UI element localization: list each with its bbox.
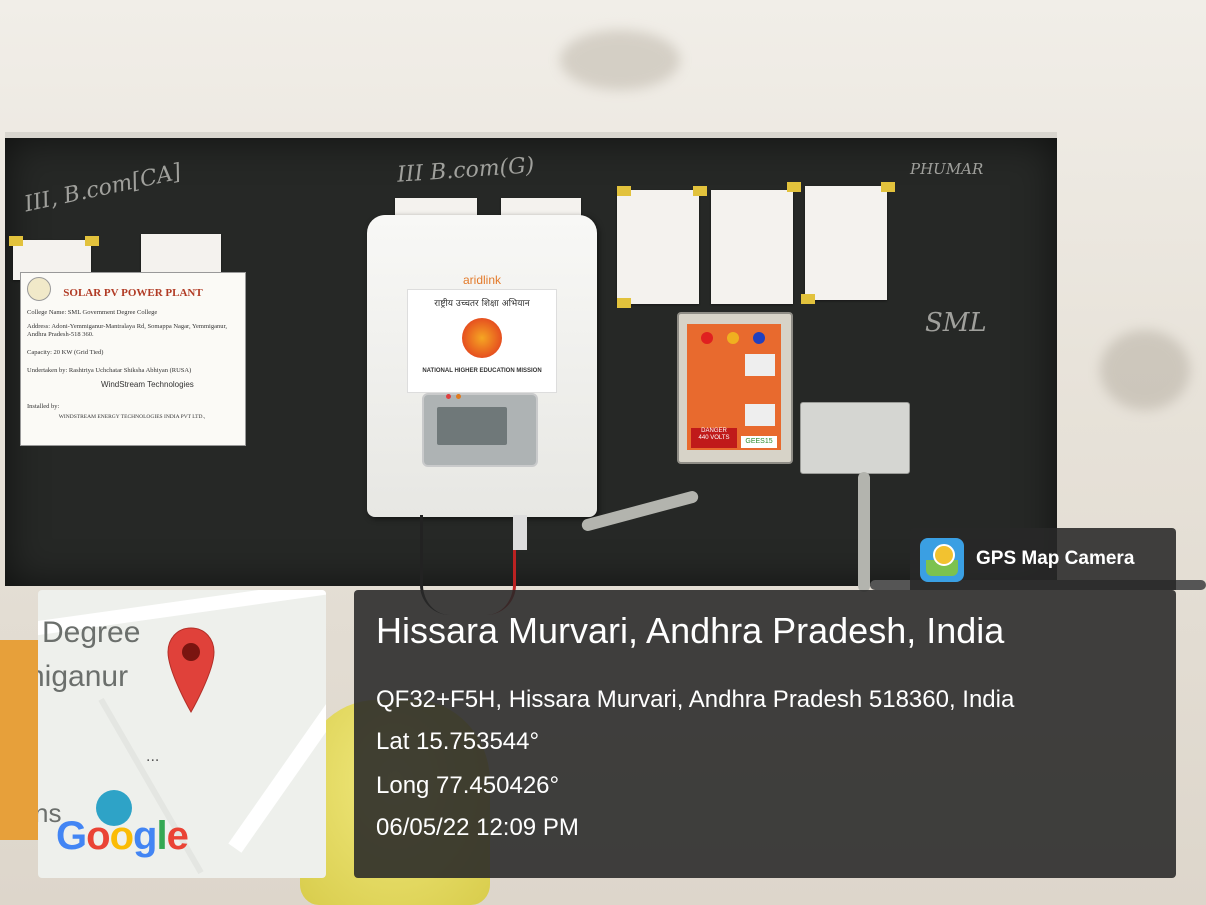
chalk-text-mid: III B.com(G) bbox=[396, 153, 536, 188]
google-letter: G bbox=[56, 814, 87, 858]
map-thumbnail: Degree niganur ns ... Google bbox=[38, 590, 326, 878]
wall-stain bbox=[560, 30, 680, 90]
google-letter: g bbox=[133, 814, 157, 858]
google-letter: o bbox=[86, 814, 110, 858]
place-name: Hissara Murvari, Andhra Pradesh, India bbox=[376, 610, 1005, 651]
icon-pin bbox=[933, 544, 955, 566]
indicator-blue-icon bbox=[753, 332, 765, 344]
map-road bbox=[228, 663, 326, 853]
solar-plant-poster: SOLAR PV POWER PLANT College Name: SML G… bbox=[20, 272, 246, 446]
inverter-display bbox=[422, 393, 538, 467]
poster-company: WINDSTREAM ENERGY TECHNOLOGIES INDIA PVT… bbox=[58, 414, 206, 420]
poster-undertaken: Undertaken by: Rashtriya Uchchatar Shiks… bbox=[27, 367, 192, 374]
map-label-town: niganur bbox=[38, 660, 129, 693]
poster-college: College Name: SML Government Degree Coll… bbox=[27, 309, 158, 316]
tape bbox=[9, 236, 23, 246]
chair-left bbox=[0, 640, 40, 840]
lcd-screen bbox=[437, 407, 507, 445]
map-label-degree: Degree bbox=[42, 616, 141, 649]
datetime: 06/05/22 12:09 PM bbox=[376, 814, 579, 841]
tape bbox=[617, 186, 631, 196]
google-letter: l bbox=[156, 814, 167, 858]
mission-logo: राष्ट्रीय उच्चतर शिक्षा अभियान NATIONAL … bbox=[407, 289, 557, 393]
map-more: ... bbox=[146, 748, 160, 765]
solar-inverter: aridlink राष्ट्रीय उच्चतर शिक्षा अभियान … bbox=[367, 215, 597, 517]
longitude: Long 77.450426° bbox=[376, 772, 560, 799]
maker-label: GEES15 bbox=[741, 436, 777, 448]
sun-logo-icon bbox=[462, 318, 502, 358]
distribution-box: DANGER 440 VOLTS GEES15 bbox=[677, 312, 793, 464]
poster-capacity: Capacity: 20 KW (Grid Tied) bbox=[27, 349, 104, 356]
poster-address: Address: Adoni-Yemmiganur-Mantralaya Rd,… bbox=[27, 323, 227, 338]
google-letter: e bbox=[166, 814, 189, 858]
antenna bbox=[513, 515, 527, 550]
status-led-icon bbox=[456, 394, 461, 399]
tape bbox=[881, 182, 895, 192]
breaker bbox=[745, 404, 775, 426]
tape bbox=[787, 182, 801, 192]
map-camera-icon bbox=[920, 538, 964, 582]
volts-label: 440 VOLTS bbox=[698, 435, 730, 441]
paper-note bbox=[617, 190, 699, 304]
mission-hindi: राष्ट्रीय उच्चतर शिक्षा अभियान bbox=[434, 299, 530, 309]
indicator-yellow-icon bbox=[727, 332, 739, 344]
danger-label: DANGER bbox=[701, 428, 727, 434]
tape bbox=[801, 294, 815, 304]
junction-box bbox=[800, 402, 910, 474]
paper-note bbox=[711, 190, 793, 304]
google-logo: Google bbox=[56, 814, 189, 859]
chalk-text-left: III, B.com[CA] bbox=[22, 159, 184, 218]
paper-note bbox=[805, 186, 887, 300]
inverter-brand: aridlink bbox=[462, 273, 501, 287]
tape bbox=[617, 298, 631, 308]
poster-title: SOLAR PV POWER PLANT bbox=[63, 287, 203, 299]
conduit bbox=[858, 472, 870, 592]
tape bbox=[693, 186, 707, 196]
badge-label: GPS Map Camera bbox=[976, 548, 1135, 569]
chalk-text-sml: SML bbox=[925, 308, 987, 338]
distribution-panel: DANGER 440 VOLTS GEES15 bbox=[687, 324, 781, 450]
photo: III, B.com[CA] III B.com(G) PHUMAR SML S… bbox=[0, 0, 1206, 905]
poster-installed: Installed by: bbox=[27, 403, 60, 410]
breaker bbox=[745, 354, 775, 376]
indicator-red-icon bbox=[701, 332, 713, 344]
location-overlay: Hissara Murvari, Andhra Pradesh, India Q… bbox=[354, 590, 1176, 878]
poster-windstream: WindStream Technologies bbox=[101, 380, 194, 389]
google-letter: o bbox=[109, 814, 134, 858]
danger-sign: DANGER 440 VOLTS bbox=[691, 428, 737, 448]
gps-camera-badge: GPS Map Camera bbox=[910, 528, 1176, 590]
address-line: QF32+F5H, Hissara Murvari, Andhra Prades… bbox=[376, 686, 1015, 713]
map-pin-icon bbox=[167, 627, 215, 714]
chalk-text-right: PHUMAR bbox=[910, 160, 984, 178]
tape bbox=[85, 236, 99, 246]
mission-english: NATIONAL HIGHER EDUCATION MISSION bbox=[422, 368, 542, 374]
status-led-icon bbox=[446, 394, 451, 399]
latitude: Lat 15.753544° bbox=[376, 728, 540, 755]
wall-stain bbox=[1100, 330, 1190, 410]
